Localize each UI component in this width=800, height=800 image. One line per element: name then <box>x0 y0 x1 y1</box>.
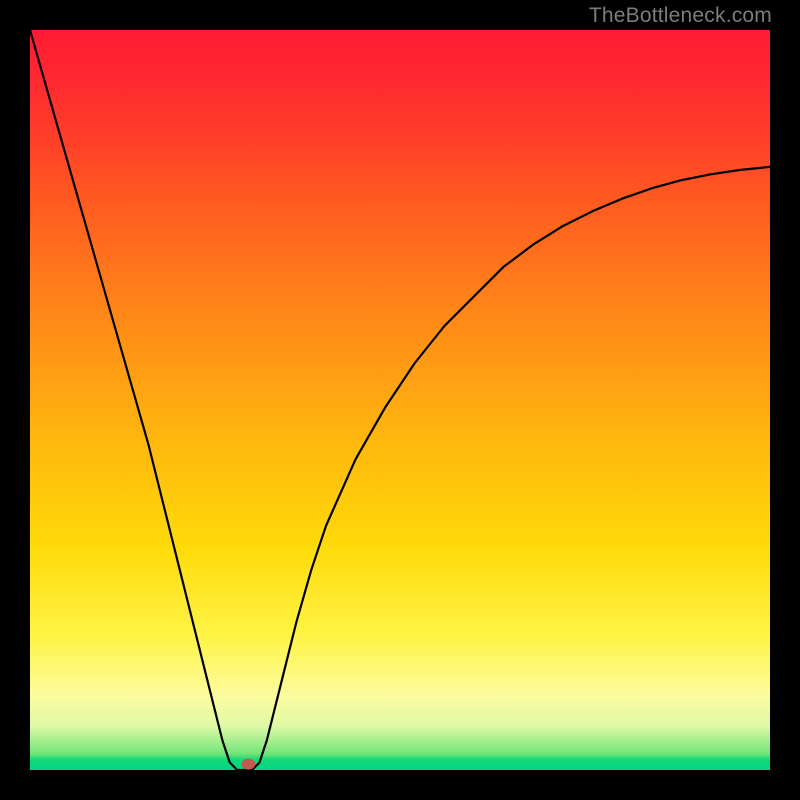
chart-svg <box>30 30 770 770</box>
optimal-point-marker <box>241 759 255 770</box>
watermark-text: TheBottleneck.com <box>589 4 772 28</box>
bottleneck-curve-path <box>30 30 770 770</box>
chart-frame: TheBottleneck.com <box>0 0 800 800</box>
